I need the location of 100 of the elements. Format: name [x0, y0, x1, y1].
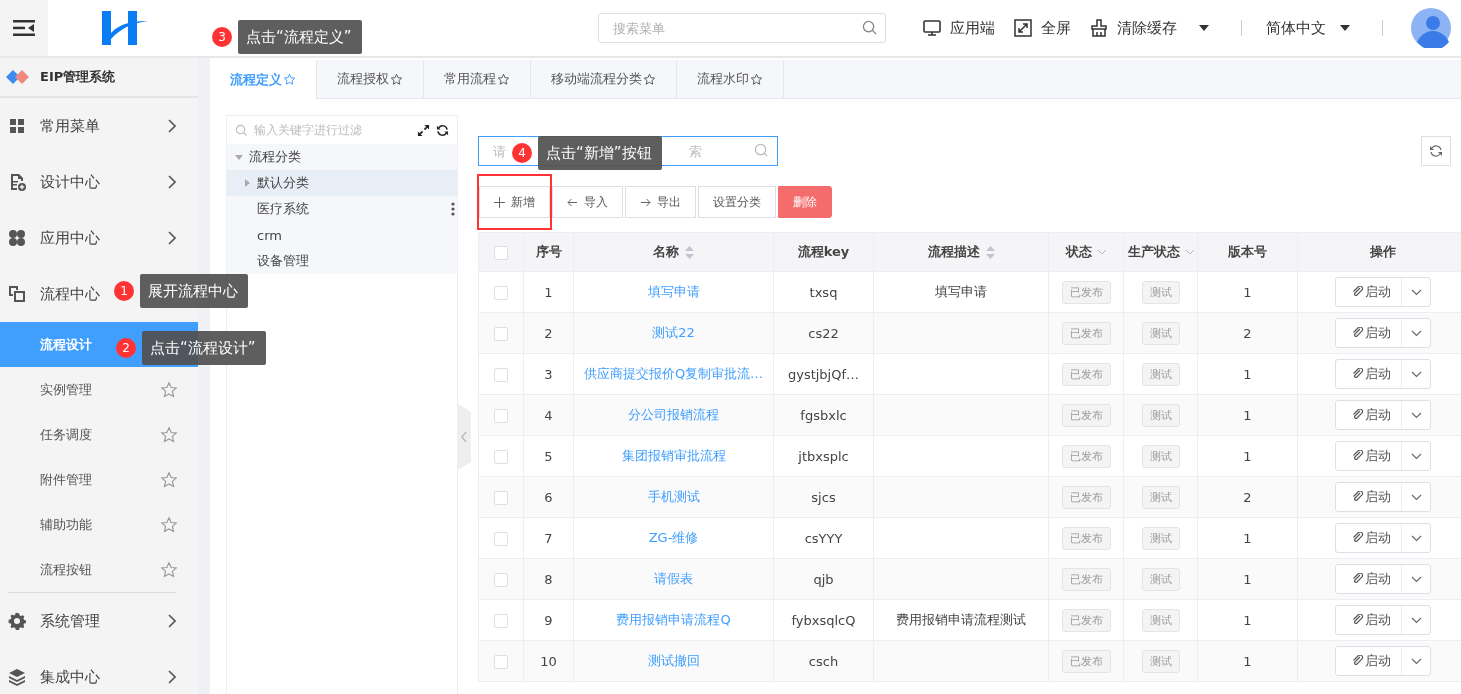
table-cell: 1 [1243, 407, 1252, 423]
checkbox[interactable] [494, 408, 508, 423]
checkbox[interactable] [494, 654, 508, 669]
tree-node[interactable]: 默认分类 [227, 170, 457, 196]
tree-node[interactable]: 医疗系统 [227, 196, 457, 222]
table-cell: 2 [544, 325, 553, 341]
sidebar-subitem[interactable]: 附件管理 [0, 457, 198, 502]
more-icon[interactable] [451, 202, 455, 216]
collapse-menu-button[interactable] [0, 0, 48, 56]
tree-node[interactable]: 流程分类 [227, 144, 457, 170]
paperclip-icon [1352, 491, 1364, 503]
tab[interactable]: 常用流程 [424, 60, 531, 98]
logo-icon [102, 11, 148, 45]
tab[interactable]: 流程水印 [677, 60, 784, 98]
arrow-left-icon [567, 196, 578, 208]
checkbox[interactable] [494, 572, 508, 587]
tree-node[interactable]: crm [227, 222, 457, 248]
header-action[interactable]: 清除缓存 [1089, 18, 1209, 38]
refresh-button[interactable] [1421, 136, 1451, 166]
table-cell: qjb [813, 571, 834, 587]
header-action[interactable]: 全屏 [1013, 18, 1071, 38]
chevron-down-icon [1410, 616, 1422, 624]
star-icon [643, 72, 656, 86]
tree-node[interactable]: 设备管理 [227, 248, 457, 274]
chevron-down-icon [1410, 452, 1422, 460]
column-header: 生产状态 [1127, 243, 1180, 261]
tree-filter-field[interactable]: 输入关键字进行过滤 [254, 120, 411, 140]
chevron-icon [168, 175, 176, 189]
status-tag: 测试 [1141, 444, 1180, 468]
language-select[interactable]: 简体中文 [1266, 18, 1350, 38]
status-tag: 已发布 [1061, 485, 1111, 509]
column-header: 序号 [535, 243, 562, 261]
chevron-icon [168, 614, 176, 628]
sort-icon[interactable] [985, 245, 995, 259]
column-header: 操作 [1370, 243, 1396, 261]
checkbox[interactable] [494, 613, 508, 628]
checkbox[interactable] [494, 449, 508, 464]
expand-icon[interactable] [417, 123, 430, 137]
sidebar-subitem[interactable]: 流程按钮 [0, 547, 198, 592]
arrow-right-icon [640, 196, 651, 208]
sidebar-subitem[interactable]: 实例管理 [0, 367, 198, 412]
monitor-icon [922, 18, 942, 38]
sidebar-item[interactable]: 集成中心 [0, 649, 198, 694]
table-cell: 5 [544, 448, 553, 464]
table-cell: 1 [1243, 448, 1252, 464]
filter-caret-icon[interactable] [1098, 249, 1106, 255]
star-icon [160, 560, 178, 579]
table-cell: 6 [544, 489, 553, 505]
checkbox[interactable] [494, 285, 508, 300]
status-tag: 测试 [1141, 649, 1180, 673]
collapse-handle[interactable] [458, 404, 471, 470]
table-cell: 1 [544, 284, 553, 300]
column-header: 版本号 [1228, 243, 1267, 261]
checkbox[interactable] [494, 367, 508, 382]
avatar-icon[interactable] [1411, 8, 1451, 48]
column-header: 流程key [797, 243, 850, 261]
caret-icon[interactable] [235, 153, 243, 161]
chevron-down-icon [1410, 534, 1422, 542]
toolbar-button[interactable]: 新增 [479, 186, 550, 218]
tooltip: 点击“流程设计” [142, 331, 266, 365]
toolbar-button[interactable]: 导入 [552, 186, 623, 218]
checkbox[interactable] [494, 245, 508, 260]
header-action[interactable]: 应用端 [922, 18, 995, 38]
sort-icon[interactable] [685, 245, 694, 259]
table-cell: 10 [540, 653, 557, 669]
sidebar-subitem[interactable]: 辅助功能 [0, 502, 198, 547]
sidebar-item[interactable]: 设计中心 [0, 154, 198, 210]
star-icon [497, 72, 510, 86]
search-icon[interactable] [754, 143, 769, 158]
caret-icon[interactable] [243, 179, 251, 187]
chevron-icon [168, 670, 176, 684]
toolbar-button[interactable]: 设置分类 [698, 186, 776, 218]
search-icon[interactable] [862, 20, 877, 35]
paperclip-icon [1352, 327, 1364, 339]
toolbar-button[interactable]: 导出 [625, 186, 696, 218]
checkbox[interactable] [494, 490, 508, 505]
table-cell: 1 [1243, 284, 1252, 300]
refresh-icon[interactable] [436, 123, 449, 137]
table-cell: jtbxsplc [798, 448, 849, 464]
chevron-icon [168, 119, 176, 133]
sidebar-item[interactable]: 常用菜单 [0, 98, 198, 154]
chevron-icon [168, 231, 176, 245]
sidebar-item[interactable]: 系统管理 [0, 593, 198, 649]
checkbox[interactable] [494, 531, 508, 546]
filter-caret-icon[interactable] [1185, 249, 1194, 255]
table-cell: sjcs [811, 489, 836, 505]
table-cell: 2 [1243, 325, 1252, 341]
star-icon [160, 515, 178, 534]
plus-icon [494, 196, 505, 208]
sidebar-item[interactable]: 应用中心 [0, 210, 198, 266]
menu-search-field[interactable]: 搜索菜单 [598, 13, 886, 43]
tab[interactable]: 移动端流程分类 [531, 60, 677, 98]
star-icon [750, 72, 763, 86]
table-cell: csYYY [804, 530, 843, 546]
tab[interactable]: 流程授权 [317, 60, 424, 98]
sidebar-subitem[interactable]: 任务调度 [0, 412, 198, 457]
star-icon [283, 73, 296, 86]
checkbox[interactable] [494, 326, 508, 341]
star-icon [160, 470, 178, 489]
system-title: EIP管理系统 [40, 68, 116, 86]
